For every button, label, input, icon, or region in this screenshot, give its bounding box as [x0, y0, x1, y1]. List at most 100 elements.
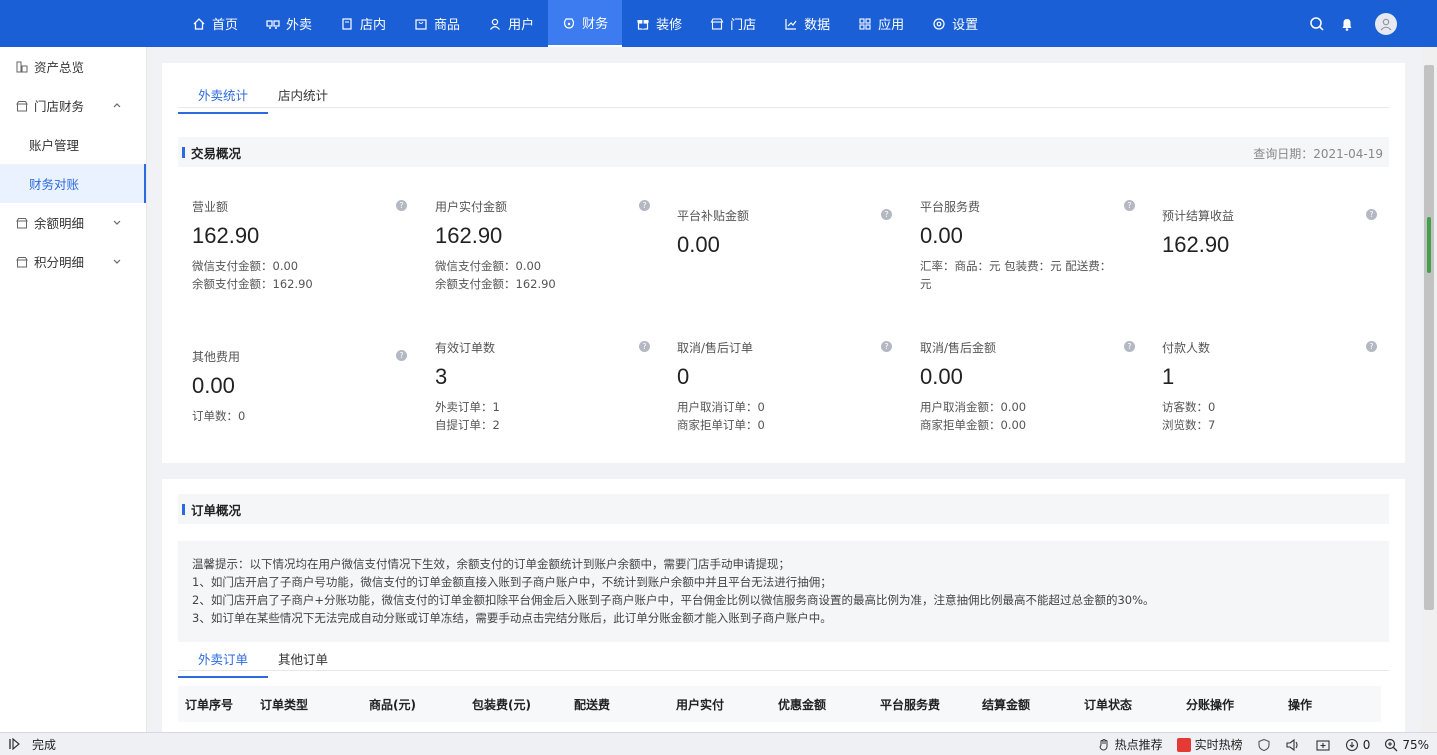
- chevron-down-icon: [113, 220, 121, 225]
- download-count[interactable]: 0: [1345, 738, 1370, 752]
- help-icon[interactable]: ?: [639, 341, 650, 352]
- nav-label: 店内: [360, 18, 387, 33]
- stat-payers: 付款人数 ? 1 访客数：0 浏览数：7: [1162, 339, 1377, 434]
- avatar[interactable]: [1375, 12, 1397, 35]
- nav-item-apps[interactable]: 应用: [844, 0, 918, 47]
- nav-actions: [1309, 0, 1397, 47]
- nav-item-store-inside[interactable]: 店内: [326, 0, 400, 47]
- tab-instore-stats[interactable]: 店内统计: [278, 85, 328, 114]
- column-header: 优惠金额: [778, 698, 827, 712]
- stat-sub-line: 用户取消订单：0: [677, 400, 765, 414]
- stat-sub-line: 商家拒单金额：0.00: [920, 418, 1027, 432]
- orders-card: 订单概况 温馨提示：以下情况均在用户微信支付情况下生效，余额支付的订单金额统计到…: [162, 479, 1405, 732]
- zoom-level[interactable]: 75%: [1384, 738, 1429, 752]
- stat-value: 1: [1162, 364, 1175, 389]
- stat-sub: 访客数：0 浏览数：7: [1162, 398, 1377, 434]
- column-header: 商品(元): [369, 698, 416, 712]
- section-bar: [182, 503, 185, 515]
- help-icon[interactable]: ?: [1366, 341, 1377, 352]
- sidebar-item-points-detail[interactable]: 积分明细: [0, 242, 146, 281]
- section-title: 订单概况: [191, 502, 242, 518]
- help-icon[interactable]: ?: [1124, 200, 1135, 211]
- user-avatar-icon: [1380, 18, 1392, 30]
- sidebar-toggle-icon[interactable]: [8, 738, 22, 750]
- help-icon[interactable]: ?: [1124, 341, 1135, 352]
- search-icon[interactable]: [1309, 16, 1325, 32]
- stat-sub: 微信支付金额：0.00 余额支付金额：162.90: [435, 257, 650, 293]
- order-table-header: 订单序号 订单类型 商品(元) 包装费(元) 配送费 用户实付 优惠金额 平台服…: [178, 686, 1381, 722]
- nav-item-shop[interactable]: 门店: [696, 0, 770, 47]
- stat-value: 0.00: [677, 232, 720, 257]
- stat-sub-line: 浏览数：7: [1162, 418, 1216, 432]
- finance-icon: [563, 17, 575, 29]
- sidebar-item-label: 财务对账: [29, 177, 80, 192]
- help-icon[interactable]: ?: [396, 200, 407, 211]
- query-date: 查询日期：2021-04-19: [1253, 147, 1383, 161]
- stat-sub-line: 微信支付金额：0.00: [435, 259, 542, 273]
- sidebar-item-account-management[interactable]: 账户管理: [0, 125, 146, 164]
- stat-value: 0.00: [920, 364, 963, 389]
- tab-divider: [178, 670, 1389, 671]
- stat-user-paid: 用户实付金额 ? 162.90 微信支付金额：0.00 余额支付金额：162.9…: [435, 198, 650, 293]
- sidebar-item-label: 账户管理: [29, 138, 80, 153]
- nav-item-finance[interactable]: 财务: [548, 0, 623, 47]
- stat-sub: 微信支付金额：0.00 余额支付金额：162.90: [192, 257, 407, 293]
- nav-label: 首页: [212, 18, 239, 33]
- order-overview-header: 订单概况: [178, 494, 1389, 524]
- stat-sub-line: 余额支付金额：162.90: [192, 277, 313, 291]
- hot-recommend[interactable]: 热点推荐: [1097, 736, 1163, 753]
- stat-label: 有效订单数: [435, 341, 496, 355]
- download-icon: [1345, 738, 1358, 751]
- tab-divider: [178, 107, 1389, 108]
- stats-tabs: 外卖统计 店内统计: [178, 85, 358, 114]
- sidebar-item-store-finance[interactable]: 门店财务: [0, 86, 146, 125]
- nav-item-decorate[interactable]: 装修: [622, 0, 696, 47]
- status-left: 完成: [0, 736, 56, 753]
- nav-label: 用户: [508, 18, 535, 33]
- speaker-icon[interactable]: [1285, 738, 1301, 752]
- help-icon[interactable]: ?: [1366, 209, 1377, 220]
- stat-sub-line: 元: [920, 277, 932, 291]
- tab-delivery-orders[interactable]: 外卖订单: [178, 649, 269, 678]
- tab-delivery-stats[interactable]: 外卖统计: [178, 85, 269, 114]
- sidebar-item-balance-detail[interactable]: 余额明细: [0, 203, 146, 242]
- nav-item-delivery[interactable]: 外卖: [252, 0, 326, 47]
- stat-valid-orders: 有效订单数 ? 3 外卖订单：1 自提订单：2: [435, 339, 650, 434]
- help-icon[interactable]: ?: [639, 200, 650, 211]
- stat-sub: 外卖订单：1 自提订单：2: [435, 398, 650, 434]
- nav-item-settings[interactable]: 设置: [918, 0, 992, 47]
- realtime-hot[interactable]: 实时热榜: [1176, 736, 1243, 753]
- shield-icon[interactable]: [1257, 738, 1271, 752]
- stat-other-fees: 其他费用 ? 0.00 订单数：0: [192, 348, 407, 425]
- help-icon[interactable]: ?: [881, 341, 892, 352]
- tab-other-orders[interactable]: 其他订单: [278, 649, 328, 678]
- stat-value: 162.90: [435, 223, 503, 248]
- bell-icon[interactable]: [1339, 16, 1355, 32]
- scrollbar-thumb[interactable]: [1424, 65, 1434, 610]
- nav-item-data[interactable]: 数据: [770, 0, 844, 47]
- store-inside-icon: [342, 17, 352, 30]
- stat-label: 平台服务费: [920, 200, 981, 214]
- help-icon[interactable]: ?: [881, 209, 892, 220]
- stat-sub-line: 订单数：0: [192, 409, 246, 423]
- points-icon: [16, 256, 28, 267]
- nav-item-goods[interactable]: 商品: [400, 0, 474, 47]
- help-icon[interactable]: ?: [396, 350, 407, 361]
- scrollbar[interactable]: [1421, 47, 1437, 732]
- nav-item-home[interactable]: 首页: [178, 0, 252, 47]
- nav-item-user[interactable]: 用户: [474, 0, 548, 47]
- nav-label: 财务: [582, 17, 609, 32]
- stat-value: 0: [677, 364, 690, 389]
- stat-value: 162.90: [192, 223, 260, 248]
- column-header: 包装费(元): [472, 698, 531, 712]
- screenshot-icon[interactable]: [1315, 738, 1331, 752]
- wallet-icon: [16, 217, 28, 228]
- sidebar-item-asset-overview[interactable]: 资产总览: [0, 47, 146, 86]
- stat-label: 平台补贴金额: [677, 209, 750, 223]
- stat-sub-line: 商家拒单订单：0: [677, 418, 765, 432]
- sidebar-item-label: 门店财务: [34, 99, 85, 114]
- stat-sub-line: 汇率：商品：元 包装费：元 配送费：: [920, 259, 1112, 273]
- column-header: 订单状态: [1084, 698, 1133, 712]
- apps-icon: [859, 17, 871, 30]
- sidebar-item-reconciliation[interactable]: 财务对账: [0, 164, 146, 203]
